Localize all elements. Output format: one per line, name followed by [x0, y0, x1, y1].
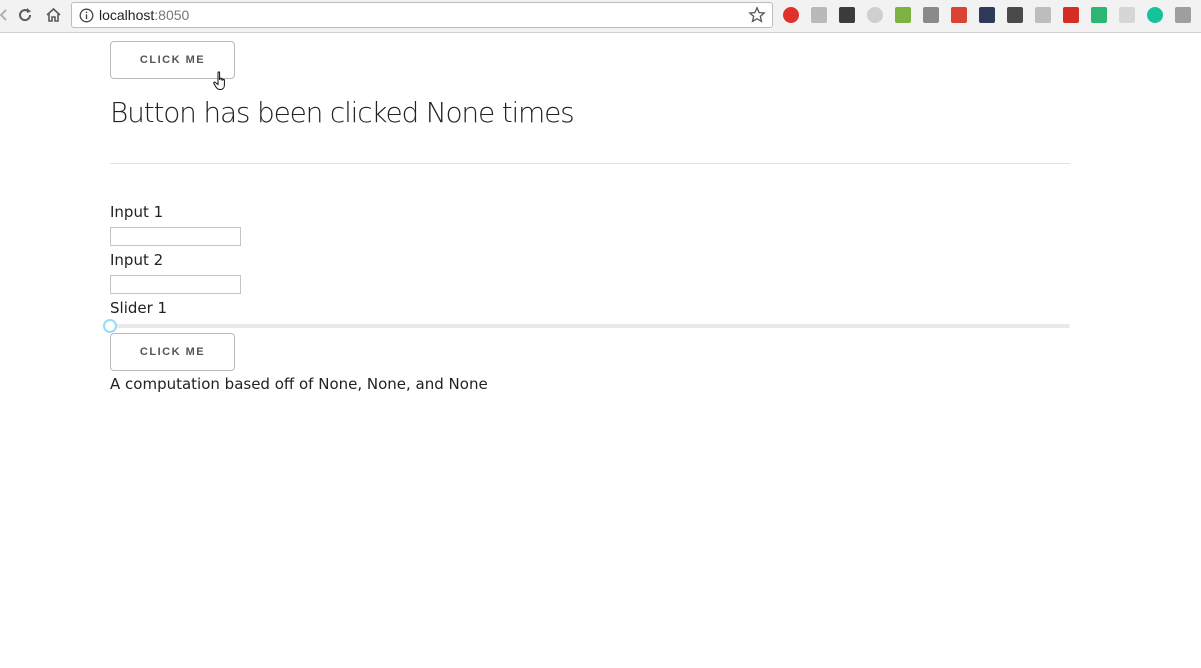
- g-icon[interactable]: [1035, 7, 1051, 23]
- info-icon[interactable]: [79, 8, 94, 23]
- url-text[interactable]: localhost:8050: [99, 7, 189, 24]
- input-1-label: Input 1: [110, 203, 164, 221]
- slider-1-track[interactable]: [110, 324, 1070, 328]
- book-icon[interactable]: [951, 7, 967, 23]
- ghost-icon[interactable]: [1007, 7, 1023, 23]
- browser-toolbar: localhost:8050: [0, 0, 1201, 33]
- evernote-icon[interactable]: [839, 7, 855, 23]
- css-icon[interactable]: [811, 7, 827, 23]
- click-count-heading: Button has been clicked None times: [110, 96, 575, 129]
- home-icon[interactable]: [41, 4, 65, 26]
- slider-1-label: Slider 1: [110, 299, 168, 317]
- computation-result-text: A computation based off of None, None, a…: [110, 375, 488, 393]
- extension-icon[interactable]: [1119, 7, 1135, 23]
- r-icon[interactable]: [1091, 7, 1107, 23]
- reload-icon[interactable]: [13, 4, 37, 26]
- bookmark-star-icon[interactable]: [748, 6, 766, 24]
- grammarly-icon[interactable]: [1147, 7, 1163, 23]
- url-port: :8050: [154, 7, 190, 23]
- input-1-field[interactable]: [110, 227, 241, 246]
- hand-pointer-cursor-icon: [213, 71, 225, 90]
- lastpass-icon[interactable]: [1063, 7, 1079, 23]
- divider: [110, 163, 1070, 164]
- input-2-field[interactable]: [110, 275, 241, 294]
- camera-icon[interactable]: [923, 7, 939, 23]
- bottom-click-me-button[interactable]: CLICK ME: [110, 333, 235, 371]
- address-bar[interactable]: localhost:8050: [71, 2, 773, 28]
- leaf-icon[interactable]: [895, 7, 911, 23]
- circle-extension-icon[interactable]: [867, 7, 883, 23]
- search-extension-icon[interactable]: [1175, 7, 1191, 23]
- opera-icon[interactable]: [783, 7, 799, 23]
- url-host: localhost: [99, 7, 155, 23]
- input-2-label: Input 2: [110, 251, 164, 269]
- briefcase-icon[interactable]: [979, 7, 995, 23]
- slider-1-handle[interactable]: [103, 319, 117, 333]
